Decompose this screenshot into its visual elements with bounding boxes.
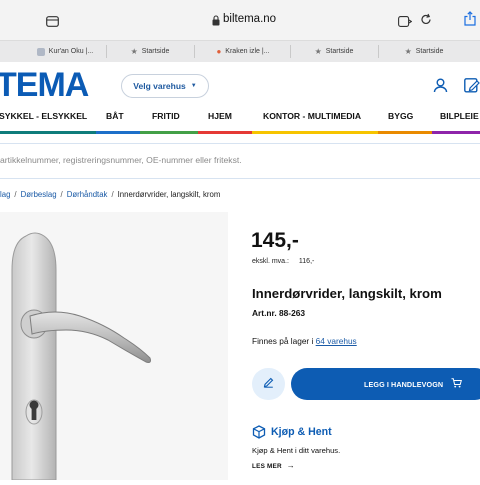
tab-kraken[interactable]: ● Kraken izle |... [200,41,286,62]
star-icon: ★ [130,47,138,56]
product-image[interactable] [0,212,228,481]
breadcrumb-separator: / [111,190,114,199]
user-icon[interactable] [433,78,448,98]
browser-toolbar: biltema.no [0,0,480,40]
arrow-right-icon: → [286,461,295,470]
kuran-favicon-icon [36,47,45,56]
tab-label: Startside [415,48,444,55]
share-icon[interactable] [464,11,476,31]
pencil-icon [263,375,274,393]
add-to-cart-button[interactable]: LEGG I HANDLEVOGN [291,368,480,400]
add-to-list-button[interactable] [252,368,285,400]
star-icon: ★ [314,47,322,56]
caret-down-icon: ▼ [190,83,197,89]
click-collect-icon [252,425,266,444]
breadcrumb-current: Innerdørvrider, langskilt, krom [117,190,221,199]
lock-icon [212,13,220,31]
tab-bar: Kur'an Oku |... ★ Startside ● Kraken izl… [0,40,480,63]
read-more-label: LES MER [252,463,282,470]
stock-status: Finnes på lager i 64 varehus [252,336,357,346]
store-button-label: Velg varehus [133,81,186,91]
tab-startside-1[interactable]: ★ Startside [110,41,190,62]
read-more-link[interactable]: LES MER → [252,461,295,470]
door-handle-image [11,232,151,481]
search-input[interactable] [0,144,470,176]
category-color-bar-bilpleie [432,131,480,134]
click-collect-title: Kjøp & Hent [271,426,332,438]
tab-label: Kraken izle |... [225,48,270,55]
category-color-bar-kontor [252,131,378,134]
stock-prefix: Finnes på lager i [252,336,314,346]
breadcrumb-link-dorbeslag-parent[interactable]: lag [0,190,10,199]
product-price: 145,- [251,229,299,252]
breadcrumb: lag / Dørbeslag / Dørhåndtak / Innerdørvrider,… [0,190,220,199]
category-color-bar-fritid [140,131,198,134]
search-bar [0,143,480,179]
category-color-bar-bat [96,131,140,134]
cart-icon [451,378,463,390]
price-excl-vat-value: 116,- [298,258,315,265]
price-excl-vat-label: ekskl. mva.: [252,258,289,265]
tab-label: Kur'an Oku |... [48,48,94,55]
tab-label: Startside [141,48,170,55]
reader-icon[interactable] [398,14,413,32]
stock-stores-link[interactable]: 64 varehus [316,336,357,346]
breadcrumb-separator: / [60,190,63,199]
url-text[interactable]: biltema.no [223,13,276,25]
list-edit-icon[interactable] [464,78,480,98]
tab-kuran[interactable]: Kur'an Oku |... [28,41,102,62]
article-number: Art.nr. 88-263 [252,308,306,318]
category-color-bar-hjem [198,131,252,134]
product-title: Innerdørvrider, langskilt, krom [252,286,442,301]
select-store-button[interactable]: Velg varehus ▼ [121,74,209,98]
tab-label: Startside [325,48,354,55]
breadcrumb-link-dorhandtak[interactable]: Dørhåndtak [67,190,108,199]
biltema-logo[interactable]: TEMA [0,66,89,104]
price-excl-vat: ekskl. mva.: 116,- [252,258,314,265]
kraken-favicon-icon: ● [216,47,222,56]
breadcrumb-separator: / [14,190,17,199]
tab-startside-3[interactable]: ★ Startside [384,41,464,62]
category-color-bar-sykkel [0,131,96,134]
star-icon: ★ [404,47,412,56]
add-to-cart-label: LEGG I HANDLEVOGN [364,379,444,389]
tab-startside-2[interactable]: ★ Startside [294,41,374,62]
reload-icon[interactable] [420,13,432,31]
category-color-bar-bygg [378,131,432,134]
breadcrumb-link-dorbeslag[interactable]: Dørbeslag [21,190,57,199]
click-collect-description: Kjøp & Hent i ditt varehus. [252,446,341,455]
